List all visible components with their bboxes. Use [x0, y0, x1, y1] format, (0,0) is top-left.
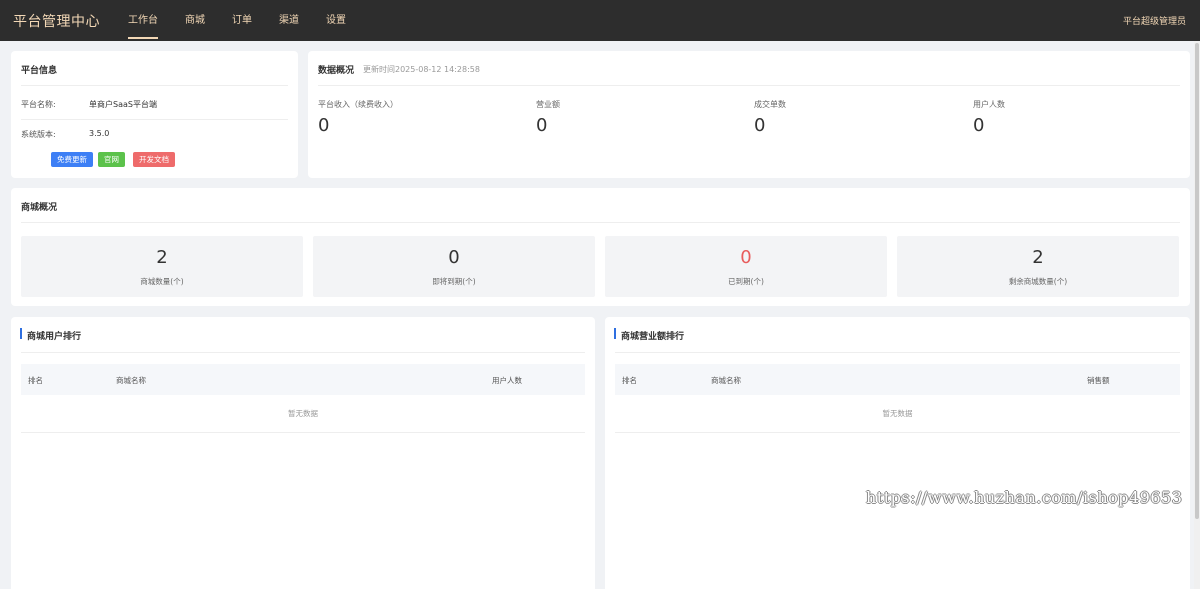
shop-overview-title: 商城概况: [21, 203, 58, 213]
nav-tab-orders[interactable]: 订单: [232, 0, 252, 41]
shop-sales-ranking-title: 商城营业额排行: [621, 332, 685, 342]
remaining-shops-label: 剩余商城数量(个): [1008, 277, 1068, 286]
remaining-shops-box: 2 剩余商城数量(个): [897, 236, 1179, 297]
brand-title: 平台管理中心: [13, 14, 100, 30]
watermark-text: https://www.huzhan.com/ishop49653: [866, 488, 1183, 507]
platform-info-card: 平台信息 平台名称: 单商户SaaS平台端 系统版本: 3.5.0 免费更新 官…: [11, 51, 298, 178]
scrollbar-thumb[interactable]: [1195, 43, 1199, 519]
vertical-scrollbar[interactable]: [1194, 41, 1200, 589]
nav-tab-mall[interactable]: 商城: [185, 0, 205, 41]
shop-count-box: 2 商城数量(个): [21, 236, 303, 297]
divider: [21, 85, 288, 86]
column-rank: 排名: [622, 376, 637, 385]
data-overview-title: 数据概况: [318, 66, 355, 76]
stat-label-orders: 成交单数: [754, 100, 786, 109]
shop-sales-ranking-card: 商城营业额排行 排名 商城名称 销售额 暂无数据: [605, 317, 1190, 589]
divider: [318, 85, 1180, 86]
system-version-value: 3.5.0: [89, 129, 110, 138]
title-accent-bar: [614, 328, 616, 339]
stat-value-turnover: 0: [536, 115, 548, 136]
stat-label-platform-income: 平台收入（续费收入）: [318, 100, 398, 109]
column-sales: 销售额: [1087, 376, 1110, 385]
nav-tab-workbench[interactable]: 工作台: [128, 0, 158, 41]
remaining-shops-value: 2: [1032, 247, 1044, 268]
title-accent-bar: [20, 328, 22, 339]
table-header: 排名 商城名称 用户人数: [21, 364, 585, 395]
update-time: 更新时间2025-08-12 14:28:58: [363, 65, 480, 74]
dev-docs-button[interactable]: 开发文档: [133, 152, 175, 167]
stat-value-orders: 0: [754, 115, 766, 136]
free-update-button[interactable]: 免费更新: [51, 152, 93, 167]
divider: [21, 352, 585, 353]
nav-tab-channels[interactable]: 渠道: [279, 0, 299, 41]
shop-overview-card: 商城概况 2 商城数量(个) 0 即将到期(个) 0 已到期(个) 2 剩余商城…: [11, 188, 1190, 306]
expired-label: 已到期(个): [728, 277, 764, 286]
top-navbar: 平台管理中心 工作台 商城 订单 渠道 设置 平台超级管理员: [0, 0, 1200, 41]
platform-name-label: 平台名称:: [21, 100, 56, 109]
expired-box: 0 已到期(个): [605, 236, 887, 297]
stat-value-users: 0: [973, 115, 985, 136]
column-user-count: 用户人数: [492, 376, 522, 385]
expired-value: 0: [740, 247, 752, 268]
system-version-label: 系统版本:: [21, 130, 56, 139]
shop-count-label: 商城数量(个): [140, 277, 184, 286]
divider: [21, 119, 288, 120]
stat-value-platform-income: 0: [318, 115, 330, 136]
user-menu[interactable]: 平台超级管理员: [1123, 14, 1186, 27]
nav-tab-settings[interactable]: 设置: [326, 0, 346, 41]
column-shop-name: 商城名称: [116, 376, 146, 385]
divider: [21, 222, 1180, 223]
stat-label-turnover: 营业额: [536, 100, 560, 109]
empty-state: 暂无数据: [21, 395, 585, 433]
column-rank: 排名: [28, 376, 43, 385]
main-nav: 工作台 商城 订单 渠道 设置: [128, 0, 373, 41]
expiring-soon-value: 0: [448, 247, 460, 268]
official-site-button[interactable]: 官网: [98, 152, 125, 167]
stat-label-users: 用户人数: [973, 100, 1005, 109]
column-shop-name: 商城名称: [711, 376, 741, 385]
divider: [615, 352, 1180, 353]
expiring-soon-box: 0 即将到期(个): [313, 236, 595, 297]
platform-info-title: 平台信息: [21, 66, 58, 76]
shop-count-value: 2: [156, 247, 168, 268]
empty-state: 暂无数据: [615, 395, 1180, 433]
table-header: 排名 商城名称 销售额: [615, 364, 1180, 395]
shop-user-ranking-title: 商城用户排行: [27, 332, 82, 342]
platform-name-value: 单商户SaaS平台端: [89, 100, 157, 109]
expiring-soon-label: 即将到期(个): [432, 277, 476, 286]
shop-user-ranking-card: 商城用户排行 排名 商城名称 用户人数 暂无数据: [11, 317, 595, 589]
data-overview-card: 数据概况 更新时间2025-08-12 14:28:58 平台收入（续费收入） …: [308, 51, 1190, 178]
